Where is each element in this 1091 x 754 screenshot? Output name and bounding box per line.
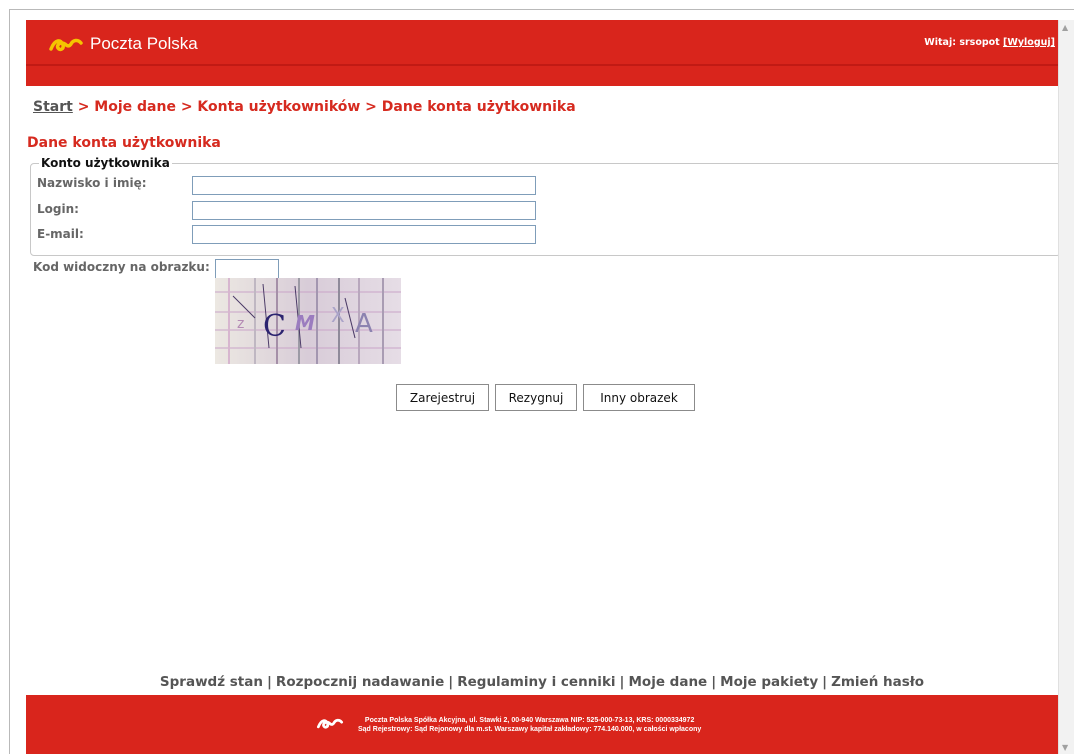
company-info: Poczta Polska Spółka Akcyjna, ul. Stawki… [358,716,701,734]
footer-bar: Poczta Polska Spółka Akcyjna, ul. Stawki… [26,695,1072,754]
email-input[interactable] [192,225,536,244]
breadcrumb: Start > Moje dane > Konta użytkowników >… [33,99,576,115]
svg-text:C: C [263,309,286,344]
captcha-label: Kod widoczny na obrazku: [33,260,210,274]
page-title: Dane konta użytkownika [27,135,221,151]
scroll-up-icon[interactable]: ▲ [1062,23,1068,32]
welcome-text: Witaj: srsopot [Wyloguj] [924,37,1055,48]
fullname-label: Nazwisko i imię: [37,176,147,190]
svg-text:A: A [355,309,373,339]
logout-link[interactable]: [Wyloguj] [1003,37,1055,48]
header-bar: Poczta Polska Witaj: srsopot [Wyloguj] [26,20,1072,86]
email-label: E-mail: [37,227,84,241]
register-button[interactable]: Zarejestruj [396,384,489,411]
footer-link-start-sending[interactable]: Rozpocznij nadawanie [276,674,444,690]
welcome-user: Witaj: srsopot [924,37,1004,48]
scroll-down-icon[interactable]: ▼ [1062,743,1068,752]
captcha-input[interactable] [215,259,279,279]
fullname-input[interactable] [192,176,536,195]
footer-link-check-status[interactable]: Sprawdź stan [160,674,263,690]
footer-content: Poczta Polska Spółka Akcyjna, ul. Stawki… [316,715,701,734]
login-input[interactable] [192,201,536,220]
other-image-button[interactable]: Inny obrazek [583,384,695,411]
vertical-scrollbar[interactable]: ▲ ▼ [1058,20,1074,754]
account-fieldset [30,163,1061,256]
footer-link-change-password[interactable]: Zmień hasło [831,674,924,690]
post-horn-logo-icon [49,35,83,53]
company-info-line-1: Poczta Polska Spółka Akcyjna, ul. Stawki… [364,716,695,724]
footer-link-my-data[interactable]: Moje dane [628,674,707,690]
svg-text:X: X [331,303,345,327]
header-divider [26,64,1072,66]
browser-viewport: Poczta Polska Witaj: srsopot [Wyloguj] S… [9,9,1074,754]
footer-link-my-packages[interactable]: Moje pakiety [720,674,818,690]
post-horn-footer-icon [316,715,344,734]
breadcrumb-start-link[interactable]: Start [33,99,73,115]
breadcrumb-path: > Moje dane > Konta użytkowników > Dane … [72,99,576,115]
footer-link-regulations[interactable]: Regulaminy i cenniki [457,674,615,690]
svg-text:M: M [295,311,315,335]
logo[interactable]: Poczta Polska [49,34,198,54]
login-label: Login: [37,202,79,216]
captcha-image: z C M X A [215,278,401,364]
fieldset-legend: Konto użytkownika [39,156,172,170]
cancel-button[interactable]: Rezygnuj [495,384,577,411]
svg-text:z: z [237,316,244,332]
company-info-line-2: Sąd Rejestrowy: Sąd Rejonowy dla m.st. W… [358,725,702,733]
footer-nav: Sprawdź stan | Rozpocznij nadawanie | Regula… [159,674,925,690]
logo-text: Poczta Polska [90,34,198,53]
